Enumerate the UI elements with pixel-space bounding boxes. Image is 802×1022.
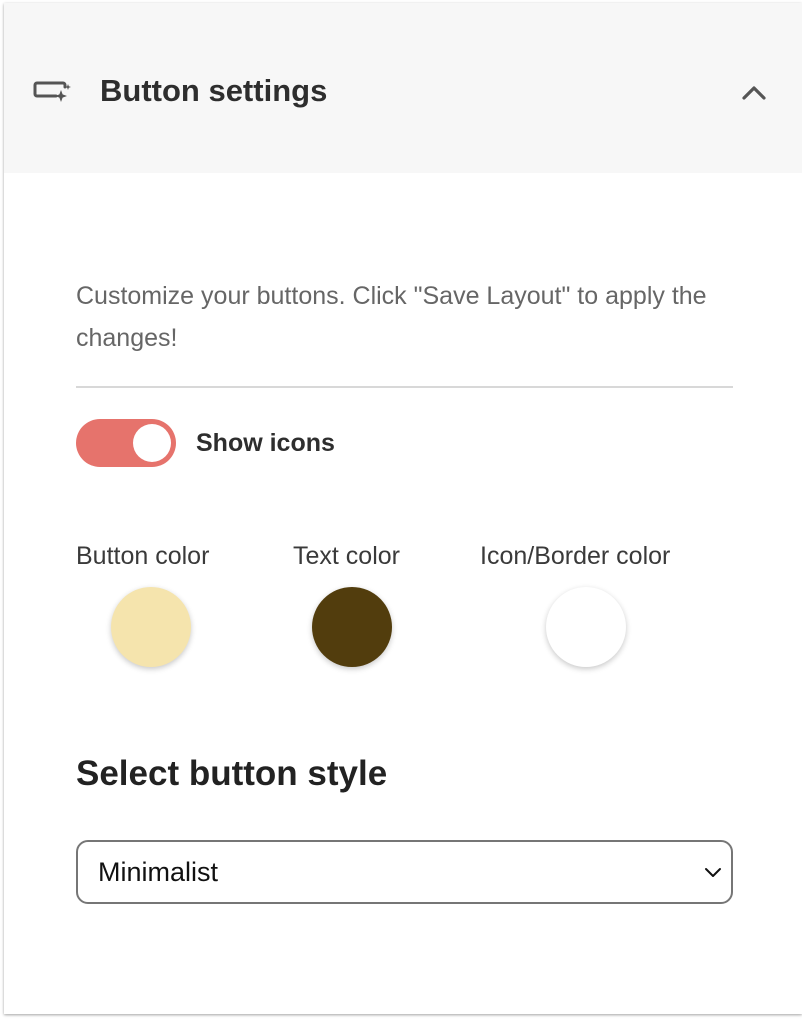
button-sparkle-icon bbox=[33, 81, 71, 102]
icon-border-color-label: Icon/Border color bbox=[480, 542, 671, 570]
button-style-selected-value: Minimalist bbox=[98, 857, 219, 887]
panel-header[interactable]: Button settings bbox=[4, 3, 802, 173]
chevron-down-icon bbox=[705, 868, 721, 877]
button-color-label: Button color bbox=[76, 542, 210, 570]
show-icons-toggle[interactable] bbox=[76, 419, 176, 467]
show-icons-label: Show icons bbox=[196, 429, 335, 457]
settings-description: Customize your buttons. Click "Save Layo… bbox=[76, 282, 707, 352]
button-color-swatch[interactable] bbox=[111, 587, 191, 667]
divider bbox=[76, 386, 733, 388]
icon-border-color-swatch[interactable] bbox=[546, 587, 626, 667]
text-color-swatch[interactable] bbox=[312, 587, 392, 667]
chevron-up-icon[interactable] bbox=[738, 77, 770, 109]
button-style-heading: Select button style bbox=[76, 754, 388, 793]
button-style-select[interactable]: Minimalist bbox=[76, 840, 733, 904]
toggle-knob bbox=[133, 424, 171, 462]
panel-body: Customize your buttons. Click "Save Layo… bbox=[4, 173, 802, 1014]
button-settings-panel: Button settings Customize your buttons. … bbox=[4, 3, 802, 1014]
panel-title: Button settings bbox=[100, 73, 328, 108]
text-color-label: Text color bbox=[293, 542, 400, 570]
